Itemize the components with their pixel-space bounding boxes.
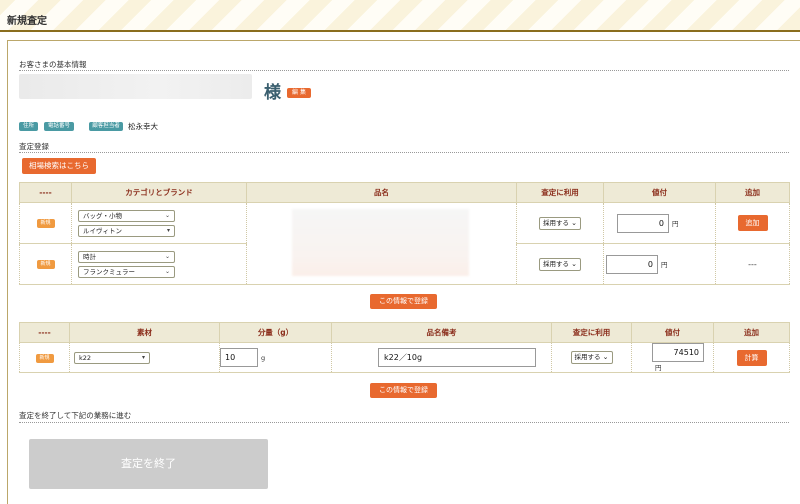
adopt-value: 採用する bbox=[543, 259, 569, 268]
category-select[interactable]: バッグ・小物 ⌄ bbox=[78, 209, 175, 222]
col-header-note: 品名備考 bbox=[331, 322, 552, 343]
yen-unit: 円 bbox=[661, 260, 668, 269]
adopt-value: 採用する bbox=[574, 353, 601, 361]
brand-select[interactable]: ルイヴィトン ▾ bbox=[78, 224, 175, 237]
page-header: 新規査定 bbox=[0, 0, 800, 32]
new-badge: 新規 bbox=[35, 353, 54, 363]
col-header-add: 追加 bbox=[715, 182, 790, 203]
brand-value: ルイヴィトン bbox=[83, 226, 122, 235]
customer-name-redacted bbox=[19, 74, 252, 99]
chevron-down-icon: ▾ bbox=[141, 353, 145, 361]
chevron-down-icon: ⌄ bbox=[571, 259, 577, 268]
price-input[interactable]: 0 bbox=[606, 254, 658, 274]
col-header-adopt: 査定に利用 bbox=[516, 182, 604, 203]
new-badge: 新規 bbox=[36, 219, 55, 228]
note-input[interactable]: k22／10g bbox=[378, 348, 536, 367]
calculate-button[interactable]: 計算 bbox=[736, 349, 767, 366]
col-header-name: 品名 bbox=[246, 182, 517, 203]
chevron-down-icon: ⌄ bbox=[571, 218, 577, 227]
price-input[interactable]: 0 bbox=[617, 213, 669, 233]
chevron-down-icon: ▾ bbox=[166, 226, 170, 234]
table-row: 新規 k22 ▾ 10 g k22／10g 採用する ⌄ 74510 円 計算 bbox=[19, 342, 790, 373]
category-select[interactable]: 時計 ⌄ bbox=[78, 250, 175, 263]
customer-section-title: お客さまの基本情報 bbox=[19, 60, 87, 69]
yen-unit: 円 bbox=[672, 219, 679, 228]
col-header: ---- bbox=[19, 322, 70, 343]
col-header-add: 追加 bbox=[713, 322, 790, 343]
material-table: ---- 素材 分量（g） 品名備考 査定に利用 値付 追加 新規 k22 ▾ 1… bbox=[19, 322, 790, 373]
divider bbox=[19, 422, 789, 423]
material-select[interactable]: k22 ▾ bbox=[74, 351, 150, 364]
quantity-input[interactable]: 10 bbox=[220, 348, 258, 367]
chevron-down-icon: ⌄ bbox=[164, 211, 170, 219]
finish-assessment-button[interactable]: 査定を終了 bbox=[29, 439, 268, 489]
register-product-button[interactable]: この情報で登録 bbox=[370, 294, 437, 309]
adopt-select[interactable]: 採用する ⌄ bbox=[570, 351, 613, 364]
product-image-redacted bbox=[292, 209, 469, 276]
col-header-material: 素材 bbox=[69, 322, 220, 343]
assessment-section-title: 査定登録 bbox=[19, 142, 49, 151]
adopt-value: 採用する bbox=[543, 218, 569, 227]
category-value: バッグ・小物 bbox=[83, 211, 122, 220]
chevron-down-icon: ⌄ bbox=[164, 252, 170, 260]
market-search-button[interactable]: 相場検索はこちら bbox=[22, 158, 96, 174]
col-header-price: 値付 bbox=[631, 322, 714, 343]
adopt-select[interactable]: 採用する ⌄ bbox=[539, 257, 581, 271]
adopt-select[interactable]: 採用する ⌄ bbox=[539, 216, 581, 230]
chevron-down-icon: ⌄ bbox=[164, 267, 170, 275]
address-tag[interactable]: 住所 bbox=[19, 122, 38, 131]
gram-unit: g bbox=[261, 354, 266, 362]
col-header-adopt: 査定に利用 bbox=[551, 322, 632, 343]
new-badge: 新規 bbox=[36, 260, 55, 269]
edit-button[interactable]: 編 集 bbox=[287, 88, 311, 98]
finish-section-title: 査定を終了して下記の業務に進む bbox=[19, 411, 132, 420]
material-value: k22 bbox=[79, 353, 92, 362]
phone-tag[interactable]: 電話番号 bbox=[44, 122, 74, 131]
brand-value: フランクミュラー bbox=[83, 267, 135, 276]
divider bbox=[19, 70, 789, 71]
page-title: 新規査定 bbox=[7, 16, 47, 27]
col-header-price: 値付 bbox=[603, 182, 716, 203]
staff-name: 松永幸大 bbox=[128, 122, 158, 131]
price-input[interactable]: 74510 bbox=[652, 343, 704, 362]
no-action: --- bbox=[715, 243, 790, 285]
col-header-category: カテゴリとブランド bbox=[71, 182, 247, 203]
col-header: ---- bbox=[19, 182, 72, 203]
category-value: 時計 bbox=[83, 252, 96, 261]
divider bbox=[19, 152, 789, 153]
col-header-quantity: 分量（g） bbox=[219, 322, 332, 343]
add-button[interactable]: 追加 bbox=[737, 215, 768, 231]
brand-select[interactable]: フランクミュラー ⌄ bbox=[78, 265, 175, 278]
chevron-down-icon: ⌄ bbox=[602, 353, 609, 361]
staff-tag[interactable]: 顧客担当者 bbox=[89, 122, 123, 131]
register-material-button[interactable]: この情報で登録 bbox=[370, 383, 437, 398]
honorific: 様 bbox=[264, 83, 281, 103]
yen-unit: 円 bbox=[655, 364, 662, 372]
